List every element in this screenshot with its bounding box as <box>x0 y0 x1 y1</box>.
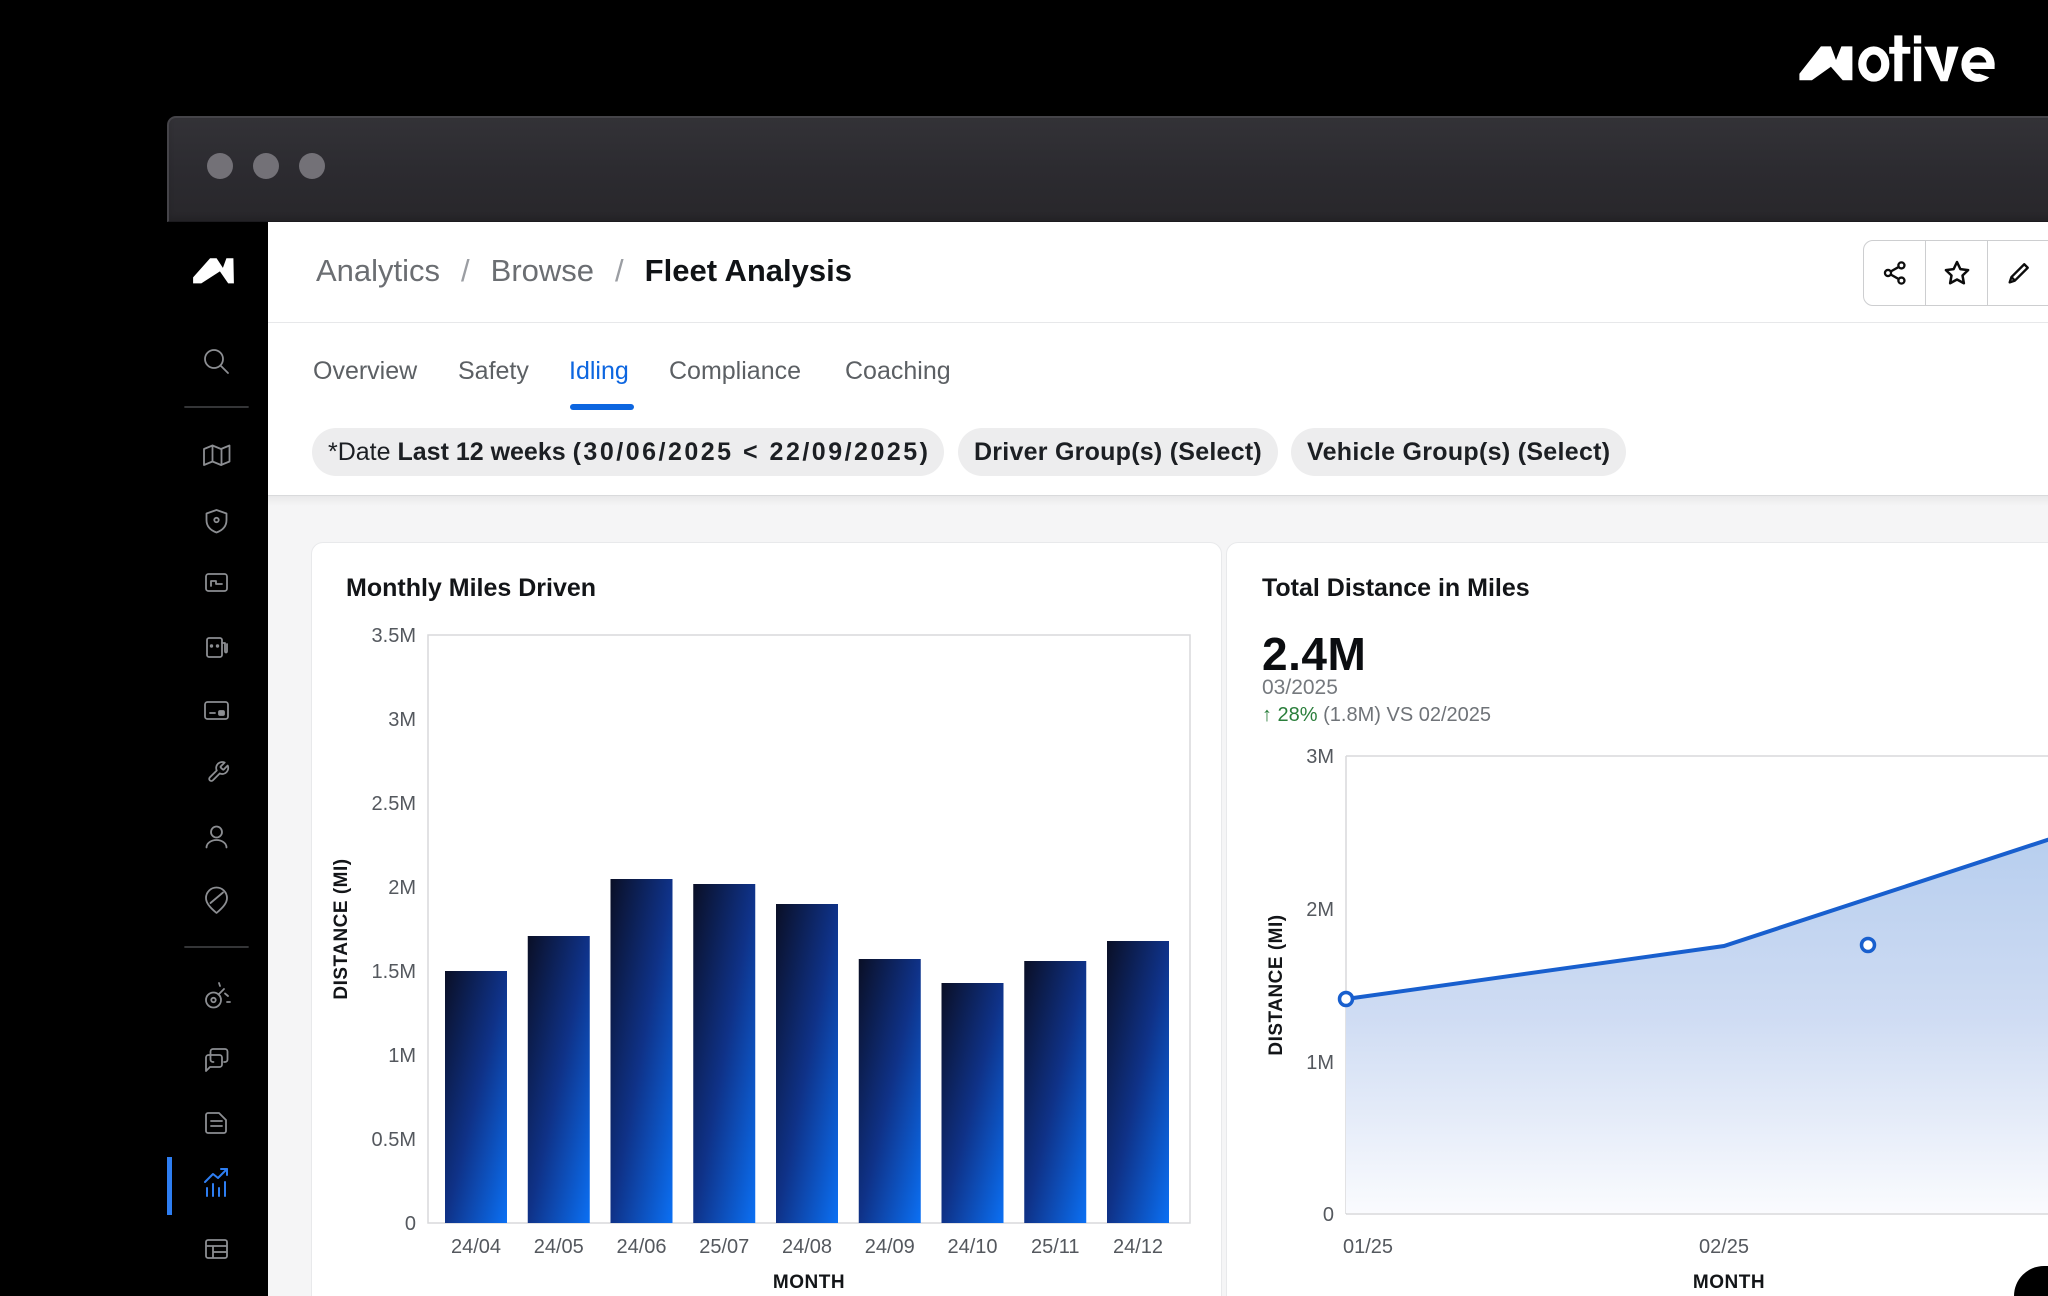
svg-text:25/07: 25/07 <box>699 1236 749 1258</box>
svg-text:0.5M: 0.5M <box>372 1129 416 1151</box>
svg-text:DISTANCE (MI): DISTANCE (MI) <box>1266 914 1287 1055</box>
svg-text:3M: 3M <box>1306 746 1334 768</box>
svg-text:1.5M: 1.5M <box>372 961 416 983</box>
svg-text:DISTANCE (MI): DISTANCE (MI) <box>331 858 352 999</box>
svg-text:0: 0 <box>1323 1204 1334 1226</box>
svg-text:1M: 1M <box>388 1045 416 1067</box>
svg-text:2.5M: 2.5M <box>372 793 416 815</box>
svg-text:24/06: 24/06 <box>616 1236 666 1258</box>
svg-text:24/05: 24/05 <box>534 1236 584 1258</box>
svg-text:MONTH: MONTH <box>1693 1272 1765 1293</box>
svg-text:24/10: 24/10 <box>947 1236 997 1258</box>
svg-text:3.5M: 3.5M <box>372 625 416 647</box>
svg-text:24/12: 24/12 <box>1113 1236 1163 1258</box>
svg-text:MONTH: MONTH <box>773 1272 845 1293</box>
svg-text:2M: 2M <box>1306 899 1334 921</box>
svg-text:24/09: 24/09 <box>865 1236 915 1258</box>
svg-text:01/25: 01/25 <box>1343 1236 1393 1258</box>
svg-text:25/11: 25/11 <box>1031 1236 1080 1258</box>
svg-text:24/04: 24/04 <box>451 1236 501 1258</box>
svg-text:1M: 1M <box>1306 1052 1334 1074</box>
svg-text:2M: 2M <box>388 877 416 899</box>
svg-text:02/25: 02/25 <box>1699 1236 1749 1258</box>
svg-text:24/08: 24/08 <box>782 1236 832 1258</box>
svg-text:3M: 3M <box>388 709 416 731</box>
svg-text:0: 0 <box>405 1213 416 1235</box>
